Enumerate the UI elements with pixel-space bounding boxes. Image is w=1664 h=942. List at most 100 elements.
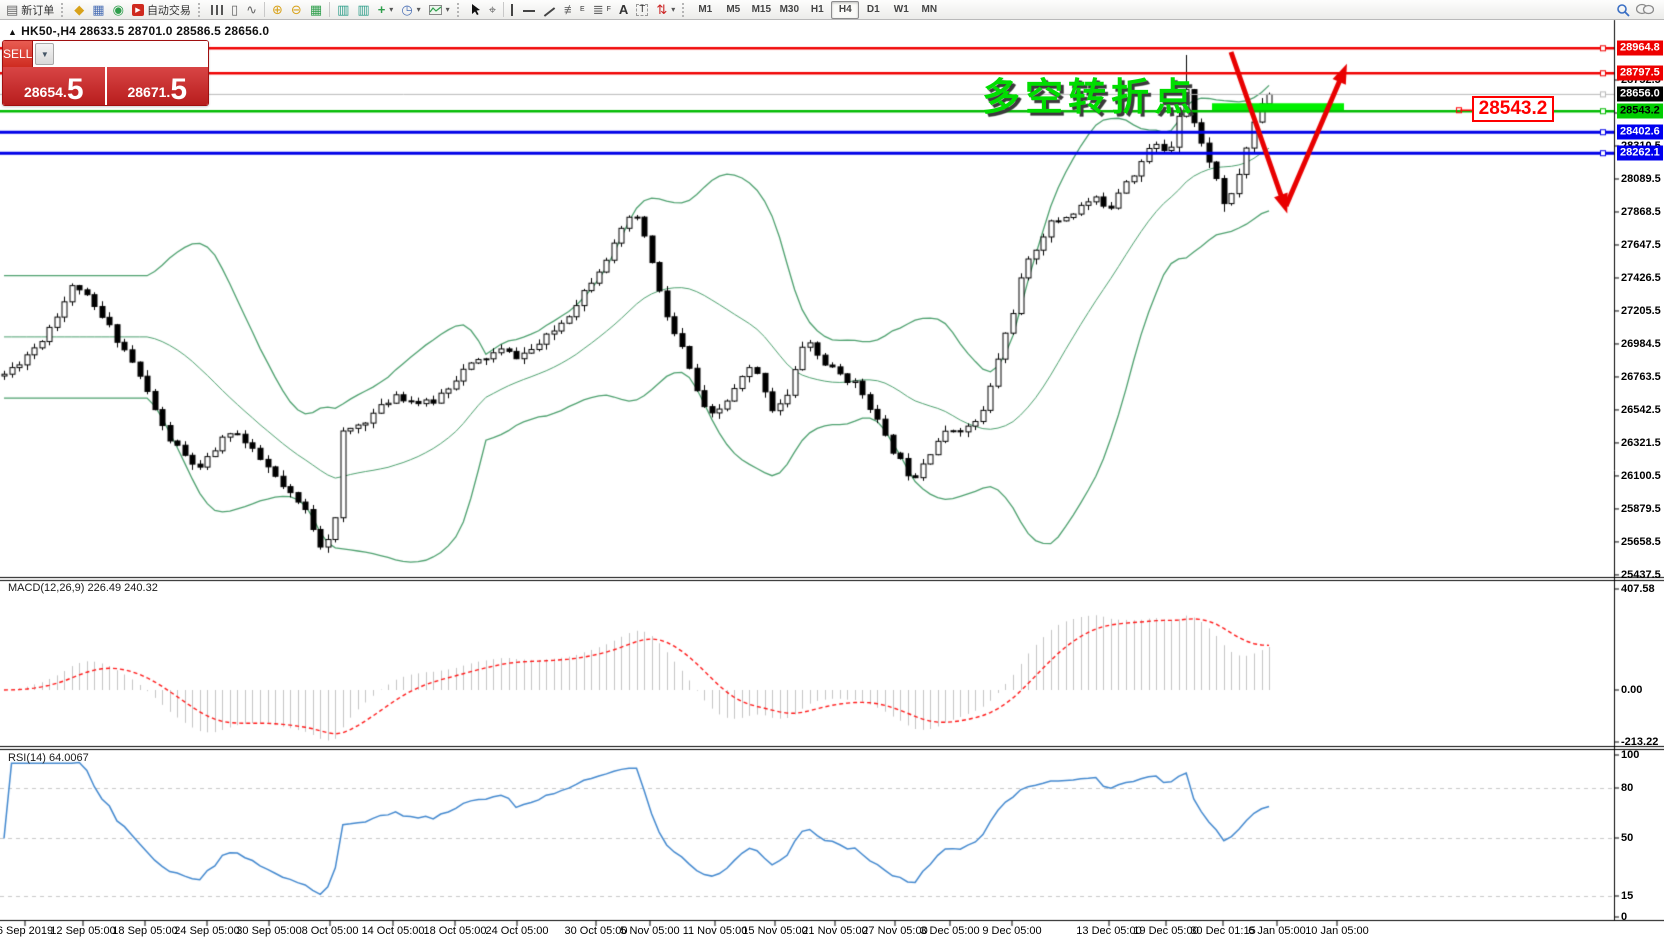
timeframe-button-M5[interactable]: M5 (719, 1, 747, 19)
clock-icon: ◷ (401, 3, 412, 16)
time-axis-label: 21 Nov 05:00 (802, 925, 867, 937)
crosshair-tool-button[interactable]: ⌖ (485, 0, 500, 20)
time-axis-label: 5 Nov 05:00 (620, 925, 679, 937)
toolbar-separator (329, 2, 330, 17)
chart-profile-icon: ▥ (337, 3, 349, 16)
timeframe-button-H4[interactable]: H4 (831, 1, 859, 19)
label-tool-button[interactable]: T (632, 0, 652, 20)
line-chart-mode-button[interactable]: ∿ (242, 0, 261, 20)
chart-shift-button[interactable]: ▥ (353, 0, 373, 20)
time-axis-label: 13 Dec 05:00 (1076, 925, 1141, 937)
time-axis-label: 11 Nov 05:00 (683, 925, 748, 937)
trendline-tool-button[interactable] (539, 0, 560, 20)
new-order-button[interactable]: ▤ 新订单 (2, 0, 58, 20)
volume-decrease-button[interactable]: ▼ (35, 43, 54, 65)
timeframe-button-H1[interactable]: H1 (803, 1, 831, 19)
price-chart-canvas[interactable] (0, 0, 1664, 942)
rsi-indicator-label: RSI(14) 64.0067 (8, 752, 89, 764)
timeframe-button-M1[interactable]: M1 (691, 1, 719, 19)
time-axis-label: 3 Dec 05:00 (920, 925, 979, 937)
sell-price-main: 28654 (24, 85, 63, 99)
market-watch-button[interactable]: ◆ (70, 0, 88, 20)
chat-icon[interactable] (1636, 3, 1654, 16)
toolbar-right-group (1616, 3, 1662, 17)
tile-windows-button[interactable]: ▦ (306, 0, 326, 20)
volume-input[interactable] (56, 41, 209, 67)
bar-chart-mode-button[interactable] (207, 0, 227, 20)
arrows-tool-button[interactable]: ⇅▾ (652, 0, 679, 20)
hline-tool-button[interactable] (519, 0, 539, 20)
crosshair-icon: ⌖ (489, 3, 496, 16)
buy-price-frac: 5 (170, 78, 187, 102)
line-chart-icon: ∿ (246, 3, 257, 16)
price-axis-tick-label: 26100.5 (1621, 470, 1661, 482)
sell-price[interactable]: 28654.5 (3, 67, 105, 105)
candlestick-mode-button[interactable]: ▯ (227, 0, 242, 20)
sell-button[interactable]: SELL (3, 41, 32, 67)
price-axis-tick-label: 25658.5 (1621, 536, 1661, 548)
buy-price[interactable]: 28671.5 (107, 67, 209, 105)
dropdown-arrow-icon: ▾ (417, 5, 421, 14)
channel-tool-button[interactable]: ≢E (560, 0, 589, 20)
time-axis-label: 30 Oct 05:00 (565, 925, 628, 937)
timeframe-button-MN[interactable]: MN (915, 1, 943, 19)
time-axis-label: 30 Sep 05:00 (236, 925, 301, 937)
market-watch-icon: ◆ (74, 3, 84, 16)
timeframe-group: M1M5M15M30H1H4D1W1MN (691, 1, 943, 19)
dropdown-arrow-icon: ▾ (446, 5, 450, 14)
add-indicator-button[interactable]: +▾ (374, 0, 398, 20)
turning-point-annotation: 多空转折点 (982, 66, 1197, 121)
new-order-label: 新订单 (21, 2, 54, 18)
dropdown-arrow-icon: ▾ (671, 5, 675, 14)
timeframe-button-D1[interactable]: D1 (859, 1, 887, 19)
time-axis-label: 12 Sep 05:00 (50, 925, 115, 937)
autotrading-label: 自动交易 (147, 2, 191, 18)
cursor-tool-button[interactable] (466, 0, 485, 20)
text-tool-button[interactable]: A (615, 0, 632, 20)
price-axis-tick-label: 27205.5 (1621, 305, 1661, 317)
search-icon[interactable] (1616, 3, 1630, 17)
arrows-tool-icon: ⇅ (656, 3, 667, 16)
indicator-axis-tick-label: 407.58 (1621, 583, 1655, 595)
time-axis-label: 18 Oct 05:00 (424, 925, 487, 937)
price-axis-tick-label: 25879.5 (1621, 503, 1661, 515)
price-line-label: 28964.8 (1617, 41, 1663, 56)
vline-tool-button[interactable] (507, 0, 519, 20)
zoom-out-button[interactable]: ⊖ (287, 0, 306, 20)
add-indicator-icon: + (378, 3, 386, 16)
collapse-triangle-icon: ▲ (8, 27, 17, 37)
period-button[interactable]: ◷▾ (397, 0, 424, 20)
bar-chart-icon (211, 5, 223, 15)
price-line-label: 28262.1 (1617, 146, 1663, 161)
symbol-quote-header[interactable]: ▲HK50-,H4 28633.5 28701.0 28586.5 28656.… (8, 24, 269, 38)
price-axis-tick-label: 26984.5 (1621, 338, 1661, 350)
signals-button[interactable]: ◉ (109, 0, 128, 20)
vertical-line-icon (511, 4, 515, 16)
timeframe-button-M30[interactable]: M30 (775, 1, 803, 19)
indicator-axis-tick-label: 80 (1621, 782, 1633, 794)
time-axis-label: 6 Jan 05:00 (1248, 925, 1306, 937)
time-axis-label: 6 Sep 2019 (0, 925, 53, 937)
template-button[interactable]: ▾ (425, 0, 454, 20)
data-window-button[interactable]: ▦ (88, 0, 108, 20)
timeframe-button-M15[interactable]: M15 (747, 1, 775, 19)
fibonacci-tool-button[interactable]: ≣F (589, 0, 615, 20)
chart-profile-button[interactable]: ▥ (333, 0, 353, 20)
price-line-label: 28402.6 (1617, 125, 1663, 140)
toolbar-separator (264, 2, 265, 17)
autotrading-button[interactable]: ▶ 自动交易 (128, 0, 195, 20)
toolbar-grip (682, 3, 688, 17)
time-axis-label: 24 Oct 05:00 (486, 925, 549, 937)
sell-price-frac: 5 (67, 78, 84, 102)
buy-price-main: 28671 (127, 85, 166, 99)
tile-windows-icon: ▦ (310, 3, 322, 16)
price-line-label: 28656.0 (1617, 87, 1663, 102)
toolbar-grip (198, 3, 204, 17)
timeframe-button-W1[interactable]: W1 (887, 1, 915, 19)
cursor-icon (470, 3, 481, 16)
zoom-in-button[interactable]: ⊕ (268, 0, 287, 20)
new-order-icon: ▤ (6, 3, 18, 16)
autotrading-icon: ▶ (132, 4, 144, 16)
indicator-axis-tick-label: 15 (1621, 890, 1633, 902)
zoom-out-icon: ⊖ (291, 3, 302, 16)
